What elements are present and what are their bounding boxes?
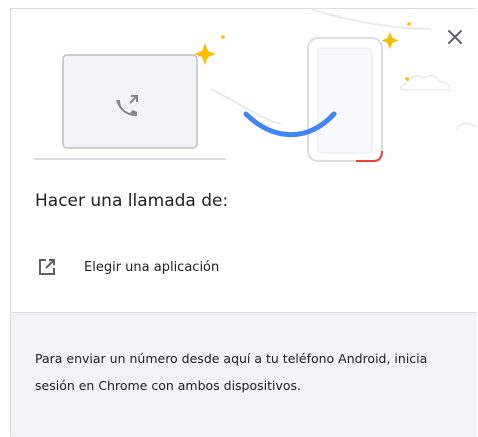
- click-to-call-dialog: Hacer una llamada de: Elegir una aplicac…: [10, 8, 477, 437]
- choose-app-button[interactable]: Elegir una aplicación: [35, 253, 219, 281]
- phone-graphic: [307, 37, 383, 162]
- devices-illustration: [11, 8, 477, 174]
- dialog-title: Hacer una llamada de:: [35, 191, 229, 211]
- laptop-graphic: [34, 54, 226, 160]
- close-icon: [448, 30, 462, 44]
- footer-text: Para enviar un número desde aquí a tu te…: [35, 351, 428, 393]
- dialog-footer: Para enviar un número desde aquí a tu te…: [11, 312, 477, 437]
- open-in-new-icon: [35, 255, 59, 279]
- illustration-graphic: [34, 8, 477, 162]
- choose-app-label: Elegir una aplicación: [84, 259, 220, 275]
- close-button[interactable]: [443, 25, 467, 49]
